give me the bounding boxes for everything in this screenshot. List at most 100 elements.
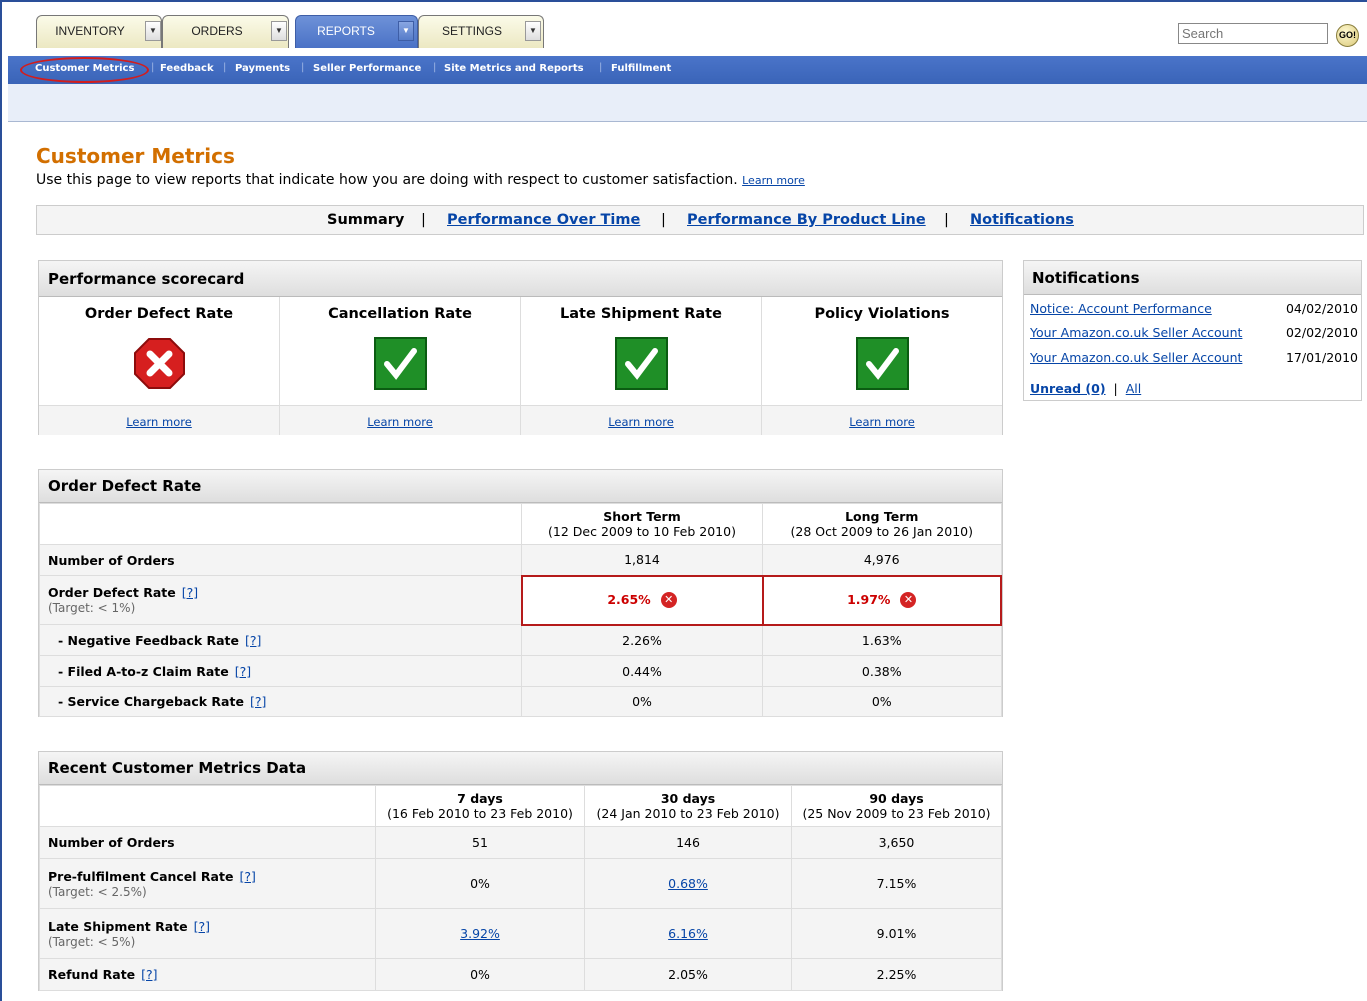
help-link[interactable]: [?]: [182, 585, 198, 600]
help-link[interactable]: [?]: [245, 633, 261, 648]
tab-reports[interactable]: REPORTS ▼: [295, 15, 418, 48]
sub-header-band: [8, 84, 1367, 122]
chevron-down-icon[interactable]: ▼: [398, 21, 414, 41]
cell-value: 3,650: [791, 826, 1002, 859]
row-label: Pre-fulfilment Cancel Rate: [48, 868, 234, 884]
table-row: Late Shipment Rate [?] (Target: < 5%) 3.92…: [39, 908, 1002, 959]
help-link[interactable]: [?]: [194, 919, 210, 934]
metric-link[interactable]: 0.68%: [668, 876, 708, 891]
header-blank: [39, 503, 522, 545]
recent-metrics-title: Recent Customer Metrics Data: [39, 752, 1002, 785]
error-icon: ✕: [660, 592, 677, 609]
tab-inventory-label[interactable]: INVENTORY: [37, 16, 143, 49]
subnav-payments[interactable]: Payments: [235, 63, 290, 74]
chevron-down-icon[interactable]: ▼: [271, 21, 287, 41]
subnav-separator: |: [433, 62, 437, 73]
unread-link[interactable]: Unread (0): [1030, 381, 1106, 396]
go-button[interactable]: GO!: [1336, 24, 1359, 47]
chevron-down-icon[interactable]: ▼: [145, 21, 161, 41]
table-row: - Service Chargeback Rate [?] 0% 0%: [39, 686, 1002, 717]
cell-value: 4,976: [762, 544, 1002, 576]
row-target: (Target: < 1%): [48, 601, 136, 615]
table-row: Number of Orders 1,814 4,976: [39, 544, 1002, 576]
subnav-fulfillment[interactable]: Fulfillment: [611, 63, 671, 74]
recent-metrics-table: 7 days (16 Feb 2010 to 23 Feb 2010) 30 da…: [39, 785, 1002, 991]
scorecard-learn-more: Learn more: [280, 405, 520, 435]
subtab-performance-by-product-line[interactable]: Performance By Product Line: [687, 212, 926, 228]
subnav-site-metrics[interactable]: Site Metrics and Reports: [444, 63, 584, 74]
table-row: - Negative Feedback Rate [?] 2.26% 1.63%: [39, 624, 1002, 656]
scorecard-title: Performance scorecard: [39, 261, 1002, 297]
checkmark-icon: [615, 337, 668, 390]
subnav-seller-performance[interactable]: Seller Performance: [313, 63, 421, 74]
tab-orders-label[interactable]: ORDERS: [163, 16, 271, 49]
table-row: Number of Orders 51 146 3,650: [39, 826, 1002, 859]
header-long-term: Long Term (28 Oct 2009 to 26 Jan 2010): [762, 503, 1002, 545]
row-target: (Target: < 2.5%): [48, 884, 147, 899]
cell-value: 7.15%: [791, 858, 1002, 909]
metric-link[interactable]: 6.16%: [668, 926, 708, 941]
subtab-performance-over-time[interactable]: Performance Over Time: [447, 212, 640, 228]
subtab-summary[interactable]: Summary: [327, 212, 404, 228]
learn-more-link[interactable]: Learn more: [367, 415, 433, 429]
tab-inventory[interactable]: INVENTORY ▼: [36, 15, 162, 48]
header-7-days: 7 days (16 Feb 2010 to 23 Feb 2010): [375, 785, 585, 827]
notification-date: 02/02/2010: [1285, 325, 1358, 340]
help-link[interactable]: [?]: [250, 694, 266, 709]
row-label-cell: - Negative Feedback Rate [?]: [39, 624, 522, 656]
sub-navigation: Customer Metrics | Feedback | Payments |…: [8, 56, 1367, 84]
tab-orders[interactable]: ORDERS ▼: [162, 15, 289, 48]
row-label: Number of Orders: [39, 544, 522, 576]
learn-more-link[interactable]: Learn more: [608, 415, 674, 429]
cell-value: 1.63%: [762, 624, 1002, 656]
tab-settings[interactable]: SETTINGS ▼: [418, 15, 544, 48]
help-link[interactable]: [?]: [239, 869, 255, 884]
header-90-days: 90 days (25 Nov 2009 to 23 Feb 2010): [791, 785, 1002, 827]
subtab-separator: |: [944, 212, 949, 228]
subnav-separator: |: [223, 62, 227, 73]
notification-link[interactable]: Your Amazon.co.uk Seller Account: [1030, 350, 1242, 365]
cell-value-alert: 2.65% ✕: [520, 574, 764, 626]
all-link[interactable]: All: [1126, 381, 1142, 396]
scorecard-policy-violations: Policy Violations Learn more: [762, 297, 1002, 435]
col-range: (24 Jan 2010 to 23 Feb 2010): [596, 806, 780, 821]
row-label-cell: - Filed A-to-z Claim Rate [?]: [39, 655, 522, 687]
cell-value-link: 3.92%: [375, 908, 585, 959]
error-icon: ✕: [900, 592, 917, 609]
page-title: Customer Metrics: [36, 144, 235, 168]
subnav-separator: |: [151, 62, 155, 73]
cell-value: 9.01%: [791, 908, 1002, 959]
notification-link[interactable]: Notice: Account Performance: [1030, 301, 1212, 316]
scorecard-learn-more: Learn more: [762, 405, 1002, 435]
cell-value: 0%: [521, 686, 763, 717]
chevron-down-icon[interactable]: ▼: [525, 21, 541, 41]
subnav-feedback[interactable]: Feedback: [160, 63, 214, 74]
learn-more-link[interactable]: Learn more: [742, 174, 805, 187]
cell-value: 0%: [375, 858, 585, 909]
search-input[interactable]: [1178, 23, 1328, 44]
scorecard-late-shipment-rate: Late Shipment Rate Learn more: [521, 297, 762, 435]
tab-reports-label[interactable]: REPORTS: [296, 16, 396, 49]
notification-link[interactable]: Your Amazon.co.uk Seller Account: [1030, 325, 1242, 340]
value-text: 2.65%: [607, 591, 651, 607]
value-text: 1.97%: [847, 591, 891, 607]
learn-more-link[interactable]: Learn more: [126, 415, 192, 429]
tab-settings-label[interactable]: SETTINGS: [419, 16, 525, 49]
metric-link[interactable]: 3.92%: [460, 926, 500, 941]
notification-filters: Unread (0) | All: [1030, 381, 1141, 396]
highlight-circle: [20, 57, 149, 83]
col-label: 7 days: [457, 791, 503, 806]
help-link[interactable]: [?]: [141, 967, 157, 982]
help-link[interactable]: [?]: [235, 664, 251, 679]
subnav-separator: |: [301, 62, 305, 73]
col-range: (25 Nov 2009 to 23 Feb 2010): [802, 806, 991, 821]
scorecard-learn-more: Learn more: [39, 405, 279, 435]
notifications-title: Notifications: [1024, 261, 1361, 295]
scorecard-order-defect-rate: Order Defect Rate Learn more: [39, 297, 280, 435]
subtab-notifications[interactable]: Notifications: [970, 212, 1074, 228]
cell-value-link: 6.16%: [584, 908, 792, 959]
row-label: Order Defect Rate: [48, 585, 176, 600]
cell-value: 146: [584, 826, 792, 859]
learn-more-link[interactable]: Learn more: [849, 415, 915, 429]
order-defect-rate-title: Order Defect Rate: [39, 470, 1002, 503]
